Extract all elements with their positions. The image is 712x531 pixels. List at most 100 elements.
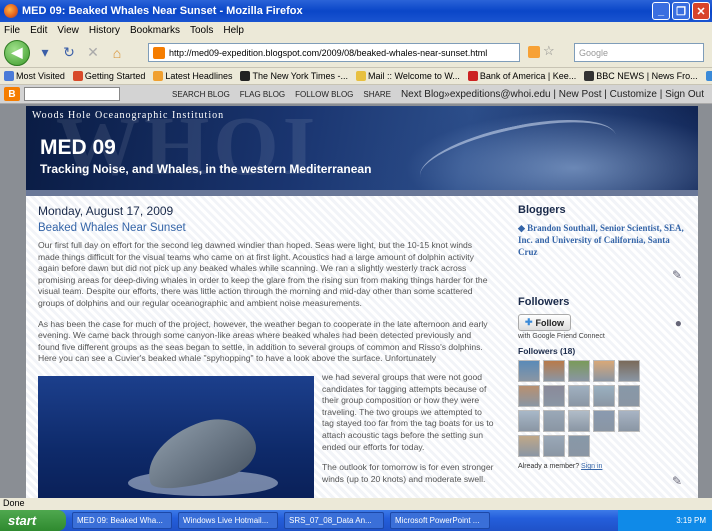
follower-avatar[interactable] — [593, 360, 615, 382]
follower-avatar[interactable] — [518, 385, 540, 407]
bookmark-item[interactable]: Mail :: Welcome to W... — [356, 71, 460, 82]
follow-blog-link[interactable]: FOLLOW BLOG — [295, 90, 353, 99]
sign-in-link[interactable]: Sign in — [581, 463, 602, 470]
window-controls: _ ❐ ✕ — [652, 2, 710, 20]
follower-avatars — [518, 360, 690, 457]
edit-wrench-icon[interactable]: ✎ — [672, 474, 682, 488]
follow-button[interactable]: ✚ Follow — [518, 314, 572, 331]
minimize-button[interactable]: _ — [652, 2, 670, 20]
follower-avatar[interactable] — [618, 360, 640, 382]
blog-frame: WHOI Woods Hole Oceanographic Institutio… — [26, 106, 698, 498]
followers-count: Followers (18) — [518, 346, 576, 356]
url-bar[interactable]: http://med09-expedition.blogspot.com/200… — [148, 43, 520, 62]
bookmark-label: Mail :: Welcome to W... — [368, 70, 460, 81]
follower-avatar[interactable] — [568, 435, 590, 457]
follower-avatar[interactable] — [518, 360, 540, 382]
post-title[interactable]: Beaked Whales Near Sunset — [38, 222, 494, 234]
bookmark-item[interactable]: Bank of America | Kee... — [467, 70, 577, 82]
bookmark-item[interactable]: Google Scholar — [705, 71, 712, 82]
sidebar: Bloggers ◆ Brandon Southall, Senior Scie… — [518, 204, 690, 488]
follower-avatar[interactable] — [543, 360, 565, 382]
follower-avatar[interactable] — [618, 410, 640, 432]
stop-icon[interactable]: ✕ — [84, 44, 102, 62]
blog-search-input[interactable] — [24, 87, 120, 101]
blog-subtitle: Tracking Noise, and Whales, in the weste… — [40, 162, 372, 176]
menu-bar: File Edit View History Bookmarks Tools H… — [0, 22, 712, 38]
post-wrapped-text: we had several groups that were not good… — [322, 372, 494, 494]
search-input[interactable]: Google — [574, 43, 704, 62]
taskbar: start MED 09: Beaked Wha... Windows Live… — [0, 510, 712, 531]
taskbar-item-data[interactable]: SRS_07_08_Data An... — [284, 512, 384, 529]
follower-avatar[interactable] — [543, 385, 565, 407]
bloggers-heading: Bloggers — [518, 204, 566, 216]
follower-avatar[interactable] — [593, 385, 615, 407]
search-placeholder: Google — [579, 47, 609, 58]
taskbar-item-firefox[interactable]: MED 09: Beaked Wha... — [72, 512, 172, 529]
start-button[interactable]: start — [0, 510, 66, 531]
blogger-link[interactable]: ◆ Brandon Southall, Senior Scientist, SE… — [518, 222, 690, 258]
gfc-caption: with Google Friend Connect — [518, 333, 605, 340]
follower-avatar[interactable] — [518, 410, 540, 432]
blogger-logo-icon[interactable]: B — [4, 87, 20, 101]
bookmark-item[interactable]: Most Visited — [4, 71, 65, 82]
bookmark-label: Latest Headlines — [165, 70, 233, 81]
bookmark-icon — [705, 71, 712, 82]
follower-avatar[interactable] — [568, 360, 590, 382]
menu-bookmarks[interactable]: Bookmarks — [130, 25, 180, 36]
flag-blog-link[interactable]: FLAG BLOG — [240, 90, 285, 99]
account-links[interactable]: expeditions@whoi.edu | New Post | Custom… — [450, 89, 704, 100]
institution-name: Woods Hole Oceanographic Institution — [32, 110, 225, 121]
bookmark-item[interactable]: The New York Times -... — [240, 71, 348, 82]
rss-icon[interactable] — [528, 46, 540, 58]
window-title: MED 09: Beaked Whales Near Sunset - Mozi… — [22, 5, 303, 17]
follower-avatar[interactable] — [518, 435, 540, 457]
menu-edit[interactable]: Edit — [30, 25, 47, 36]
bookmarks-toolbar: Most Visited Getting Started Latest Headli… — [0, 68, 712, 85]
menu-help[interactable]: Help — [223, 25, 244, 36]
bookmark-label: BBC NEWS | News Fro... — [596, 70, 698, 81]
menu-tools[interactable]: Tools — [190, 25, 213, 36]
edit-wrench-icon[interactable]: ✎ — [672, 268, 682, 282]
bookmark-item[interactable]: Getting Started — [72, 71, 145, 82]
url-text: http://med09-expedition.blogspot.com/200… — [169, 47, 488, 58]
close-button[interactable]: ✕ — [692, 2, 710, 20]
search-blog-link[interactable]: SEARCH BLOG — [172, 90, 230, 99]
bookmark-item[interactable]: BBC NEWS | News Fro... — [584, 70, 698, 82]
status-bar: Done — [0, 498, 712, 510]
dropdown-arrow-icon[interactable]: ▾ — [36, 44, 54, 62]
post-paragraph: As has been the case for much of the pro… — [38, 318, 488, 364]
member-text: Already a member? — [518, 463, 580, 470]
follower-avatar[interactable] — [543, 410, 565, 432]
blog-title[interactable]: MED 09 — [40, 136, 116, 160]
follower-avatar[interactable] — [568, 410, 590, 432]
bookmark-label: Bank of America | Kee... — [479, 70, 577, 81]
bookmark-item[interactable]: Latest Headlines — [153, 71, 232, 82]
next-blog-link[interactable]: Next Blog» — [401, 89, 450, 100]
bookmark-icon — [467, 71, 478, 82]
menu-view[interactable]: View — [57, 25, 79, 36]
blogger-navbar: B SEARCH BLOG FLAG BLOG FOLLOW BLOG SHAR… — [0, 85, 712, 104]
bookmark-star-icon[interactable]: ☆ — [543, 43, 555, 59]
reload-icon[interactable]: ↻ — [60, 44, 78, 62]
follower-avatar[interactable] — [543, 435, 565, 457]
home-icon[interactable]: ⌂ — [108, 44, 126, 62]
blogger-name[interactable]: Brandon Southall, Senior Scientist, SEA,… — [518, 223, 684, 257]
back-button[interactable]: ◀ — [4, 39, 30, 66]
member-line: Already a member? Sign in — [518, 463, 690, 470]
follower-avatar[interactable] — [568, 385, 590, 407]
follower-avatar[interactable] — [593, 410, 615, 432]
follower-avatar[interactable] — [618, 385, 640, 407]
menu-file[interactable]: File — [4, 25, 20, 36]
post-paragraph: we had several groups that were not good… — [322, 372, 494, 452]
taskbar-item-hotmail[interactable]: Windows Live Hotmail... — [178, 512, 278, 529]
maximize-button[interactable]: ❐ — [672, 2, 690, 20]
menu-history[interactable]: History — [89, 25, 120, 36]
share-link[interactable]: SHARE — [363, 90, 391, 99]
whale-photo[interactable] — [38, 376, 314, 498]
taskbar-item-powerpoint[interactable]: Microsoft PowerPoint ... — [390, 512, 490, 529]
followers-tools: ✎ — [518, 474, 690, 488]
navigation-toolbar: ◀ ▾ ↻ ✕ ⌂ http://med09-expedition.blogsp… — [0, 38, 712, 68]
follow-label: Follow — [535, 317, 565, 328]
blog-post: Monday, August 17, 2009 Beaked Whales Ne… — [38, 204, 494, 498]
post-paragraph: The outlook for tomorrow is for even str… — [322, 462, 494, 484]
